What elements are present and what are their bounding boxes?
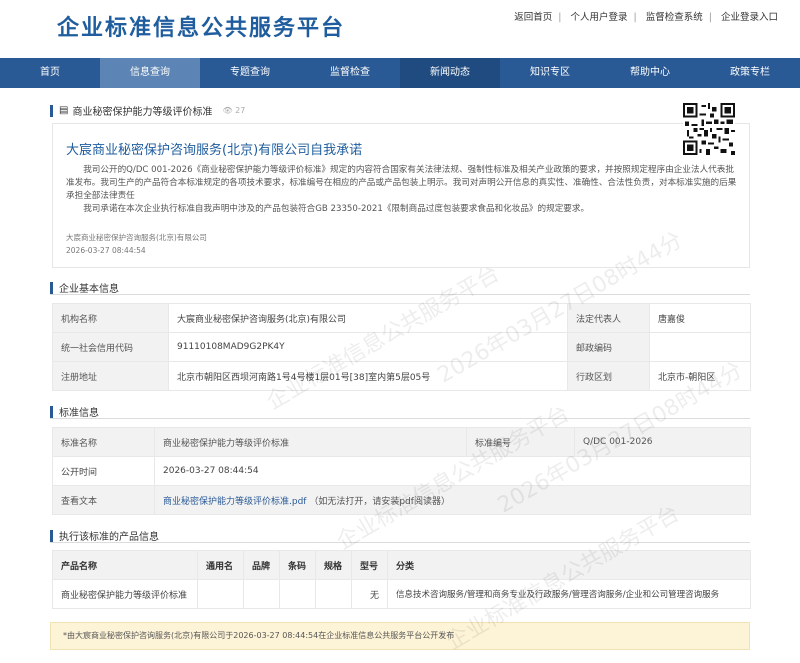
pdf-hint: （如无法打开，请安装pdf阅读器） [309,496,450,507]
col-header-common-name: 通用名 [197,550,244,580]
commitment-para2: 我司承诺在本次企业执行标准自我声明中涉及的产品包装符合GB 23350-2021… [83,204,590,214]
doc-icon: ▤ [59,105,69,116]
products-header: 执行该标准的产品信息 [50,528,159,543]
standard-header: ▤ 商业秘密保护能力等级评价标准 👁 27 [50,103,245,118]
product-spec [315,579,352,609]
standard-info-heading: 标准信息 [59,408,99,419]
qr-code-image [683,103,735,155]
nav-help[interactable]: 帮助中心 [600,58,700,88]
standard-no-value: Q/DC 001-2026 [574,427,751,457]
commitment-title: 大宸商业秘密保护咨询服务(北京)有限公司自我承诺 [66,143,363,158]
credit-code-label: 统一社会信用代码 [52,332,169,362]
commitment-card: 大宸商业秘密保护咨询服务(北京)有限公司自我承诺 我司公开的Q/DC 001-2… [52,123,750,268]
section-bar [50,281,53,294]
col-header-spec: 规格 [315,550,352,580]
product-category: 信息技术咨询服务/管理和商务专业及行政服务/管理咨询服务/企业和公司管理咨询服务 [387,579,751,609]
site-title: 企业标准信息公共服务平台 [57,16,346,41]
table-header-row: 产品名称 通用名 品牌 条码 规格 型号 分类 [52,550,751,580]
nav-supervision[interactable]: 监督检查 [300,58,400,88]
product-name: 商业秘密保护能力等级评价标准 [52,579,198,609]
nav-topic-query[interactable]: 专题查询 [200,58,300,88]
standard-pdf-link[interactable]: 商业秘密保护能力等级评价标准.pdf [163,497,306,507]
nav-info-query[interactable]: 信息查询 [100,58,200,88]
legal-rep-label: 法定代表人 [567,303,650,333]
col-header-product-name: 产品名称 [52,550,198,580]
region-label: 行政区划 [567,361,650,391]
table-row: 统一社会信用代码 91110108MAD9G2PK4Y 邮政编码 [52,332,751,362]
divider [50,294,750,295]
main-nav: 首页 信息查询 专题查询 监督检查 新闻动态 知识专区 帮助中心 政策专栏 [0,58,800,88]
publish-time-value: 2026-03-27 08:44:54 [154,456,751,486]
products-heading: 执行该标准的产品信息 [59,532,159,543]
section-bar [50,529,53,542]
nav-knowledge[interactable]: 知识专区 [500,58,600,88]
standard-name-label: 标准名称 [52,427,155,457]
commitment-footer-company: 大宸商业秘密保护咨询服务(北京)有限公司 [66,233,207,242]
section-bar [50,405,53,418]
table-row: 查看文本 商业秘密保护能力等级评价标准.pdf （如无法打开，请安装pdf阅读器… [52,485,751,515]
table-row: 标准名称 商业秘密保护能力等级评价标准 标准编号 Q/DC 001-2026 [52,427,751,457]
commitment-body: 我司公开的Q/DC 001-2026《商业秘密保护能力等级评价标准》规定的内容符… [66,164,741,216]
table-row: 注册地址 北京市朝阳区西坝河南路1号4号楼1层01号[38]室内第5层05号 行… [52,361,751,391]
standard-no-label: 标准编号 [466,427,575,457]
view-text-cell: 商业秘密保护能力等级评价标准.pdf （如无法打开，请安装pdf阅读器） [154,485,751,515]
org-name-value: 大宸商业秘密保护咨询服务(北京)有限公司 [168,303,568,333]
products-table: 产品名称 通用名 品牌 条码 规格 型号 分类 商业秘密保护能力等级评价标准 无… [52,550,751,609]
publish-notice: *由大宸商业秘密保护咨询服务(北京)有限公司于2026-03-27 08:44:… [50,622,750,650]
table-row: 公开时间 2026-03-27 08:44:54 [52,456,751,486]
credit-code-value: 91110108MAD9G2PK4Y [168,332,568,362]
col-header-category: 分类 [387,550,751,580]
views-count: 👁 27 [222,106,246,115]
divider [50,542,750,543]
col-header-model: 型号 [351,550,388,580]
company-info-table: 机构名称 大宸商业秘密保护咨询服务(北京)有限公司 法定代表人 唐嘉俊 统一社会… [52,303,751,391]
toplink-supervision[interactable]: 监督检查系统 [646,12,703,23]
company-info-header: 企业基本信息 [50,280,119,295]
commitment-para1: 我司公开的Q/DC 001-2026《商业秘密保护能力等级评价标准》规定的内容符… [66,165,737,201]
legal-rep-value: 唐嘉俊 [649,303,751,333]
col-header-barcode: 条码 [279,550,316,580]
section-bar [50,104,53,117]
product-model: 无 [351,579,388,609]
toplink-enterprise-login[interactable]: 企业登录入口 [721,12,778,23]
address-label: 注册地址 [52,361,169,391]
nav-news[interactable]: 新闻动态 [400,58,500,88]
divider [50,418,750,419]
zip-code-label: 邮政编码 [567,332,650,362]
col-header-brand: 品牌 [243,550,280,580]
product-common-name [197,579,244,609]
org-name-label: 机构名称 [52,303,169,333]
product-brand [243,579,280,609]
table-row: 机构名称 大宸商业秘密保护咨询服务(北京)有限公司 法定代表人 唐嘉俊 [52,303,751,333]
publish-time-label: 公开时间 [52,456,155,486]
standard-info-table: 标准名称 商业秘密保护能力等级评价标准 标准编号 Q/DC 001-2026 公… [52,427,751,515]
nav-home[interactable]: 首页 [0,58,100,88]
nav-policy[interactable]: 政策专栏 [700,58,800,88]
commitment-footer: 大宸商业秘密保护咨询服务(北京)有限公司 2026-03-27 08:44:54 [66,231,207,257]
table-row: 商业秘密保护能力等级评价标准 无 信息技术咨询服务/管理和商务专业及行政服务/管… [52,579,751,609]
product-barcode [279,579,316,609]
address-value: 北京市朝阳区西坝河南路1号4号楼1层01号[38]室内第5层05号 [168,361,568,391]
zip-code-value [649,332,751,362]
standard-header-title: 商业秘密保护能力等级评价标准 [72,107,213,118]
view-text-label: 查看文本 [52,485,155,515]
region-value: 北京市-朝阳区 [649,361,751,391]
commitment-footer-time: 2026-03-27 08:44:54 [66,246,146,255]
top-links: 返回首页 | 个人用户登录 | 监督检查系统 | 企业登录入口 [514,12,778,23]
toplink-personal-login[interactable]: 个人用户登录 [570,12,627,23]
site-header: 企业标准信息公共服务平台 返回首页 | 个人用户登录 | 监督检查系统 | 企业登录入… [0,0,800,58]
standard-info-header: 标准信息 [50,404,99,419]
standard-name-value: 商业秘密保护能力等级评价标准 [154,427,467,457]
company-info-heading: 企业基本信息 [59,284,119,295]
toplink-home[interactable]: 返回首页 [514,12,552,23]
